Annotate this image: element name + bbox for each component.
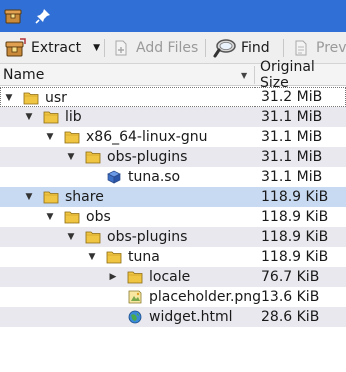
row-name: share (65, 189, 104, 205)
column-divider[interactable] (254, 66, 255, 84)
tree-row[interactable]: placeholder.png 13.6 KiB (0, 287, 346, 307)
folder-icon (85, 151, 101, 164)
add-files-icon (115, 40, 127, 56)
folder-icon (127, 271, 143, 284)
file-tree: ▼ usr 31.2 MiB ▼ lib 31.1 MiB ▼ x86_64-l… (0, 87, 346, 327)
row-size: 13.6 KiB (261, 289, 320, 305)
tree-row[interactable]: ▼ obs 118.9 KiB (0, 207, 346, 227)
row-name: obs-plugins (107, 229, 188, 245)
tree-row[interactable]: ▼ lib 31.1 MiB (0, 107, 346, 127)
folder-icon (23, 92, 39, 105)
row-name: x86_64-linux-gnu (86, 129, 208, 145)
folder-icon (43, 191, 59, 204)
add-files-button[interactable]: Add Files (112, 32, 198, 64)
folder-icon (85, 231, 101, 244)
folder-icon (43, 111, 59, 124)
extract-icon (5, 38, 26, 57)
collapse-arrow-icon[interactable]: ▼ (86, 247, 98, 267)
folder-icon (106, 251, 122, 264)
tree-row[interactable]: ▼ x86_64-linux-gnu 31.1 MiB (0, 127, 346, 147)
row-size: 118.9 KiB (255, 227, 346, 247)
tree-row[interactable]: ▼ obs-plugins 31.1 MiB (0, 147, 346, 167)
tree-row[interactable]: ▼ usr 31.2 MiB (0, 87, 346, 107)
collapse-arrow-icon[interactable]: ▼ (44, 207, 56, 227)
extract-label: Extract (31, 40, 82, 56)
row-name: lib (65, 109, 82, 125)
row-size: 118.9 KiB (261, 209, 329, 225)
tree-row[interactable]: ▼ share 118.9 KiB (0, 187, 346, 207)
image-file-icon (128, 290, 142, 304)
find-label: Find (241, 40, 270, 56)
row-size: 118.9 KiB (255, 187, 346, 207)
pin-icon[interactable] (34, 7, 52, 25)
library-file-icon (107, 170, 121, 184)
column-header: Name ▼ Original Size (0, 59, 346, 91)
size-column-header[interactable]: Original Size (260, 59, 346, 91)
row-name: tuna.so (128, 169, 181, 185)
row-size: 31.1 MiB (261, 129, 323, 145)
toolbar-separator (104, 39, 105, 57)
toolbar-separator (205, 39, 206, 57)
name-column-label: Name (3, 67, 45, 83)
row-size: 28.6 KiB (255, 307, 346, 327)
row-size: 31.1 MiB (255, 107, 346, 127)
row-name: obs (86, 209, 111, 225)
preview-label: Prev (316, 40, 346, 56)
tree-row[interactable]: ▼ tuna 118.9 KiB (0, 247, 346, 267)
folder-icon (64, 131, 80, 144)
add-files-label: Add Files (136, 40, 199, 56)
row-name: usr (45, 90, 67, 106)
preview-icon (295, 40, 307, 56)
find-icon (213, 39, 236, 58)
row-size: 76.7 KiB (255, 267, 346, 287)
row-size: 31.1 MiB (255, 147, 346, 167)
collapse-arrow-icon[interactable]: ▼ (3, 88, 15, 108)
collapse-arrow-icon[interactable]: ▼ (23, 107, 35, 127)
toolbar-separator (283, 39, 284, 57)
extract-button[interactable]: Extract ▼ (4, 32, 100, 64)
collapse-arrow-icon[interactable]: ▼ (23, 187, 35, 207)
folder-icon (64, 211, 80, 224)
expand-arrow-icon[interactable]: ▶ (107, 267, 119, 287)
tree-row[interactable]: widget.html 28.6 KiB (0, 307, 346, 327)
collapse-arrow-icon[interactable]: ▼ (65, 227, 77, 247)
tree-row[interactable]: tuna.so 31.1 MiB (0, 167, 346, 187)
row-size: 31.1 MiB (261, 169, 323, 185)
extract-dropdown-icon[interactable]: ▼ (93, 43, 100, 53)
html-file-icon (128, 310, 142, 324)
collapse-arrow-icon[interactable]: ▼ (65, 147, 77, 167)
tree-row[interactable]: ▶ locale 76.7 KiB (0, 267, 346, 287)
tree-row[interactable]: ▼ obs-plugins 118.9 KiB (0, 227, 346, 247)
row-name: obs-plugins (107, 149, 188, 165)
row-name: widget.html (149, 309, 233, 325)
row-size: 31.2 MiB (255, 87, 346, 107)
row-name: locale (149, 269, 191, 285)
row-size: 118.9 KiB (261, 249, 329, 265)
row-name: placeholder.png (149, 289, 262, 305)
collapse-arrow-icon[interactable]: ▼ (44, 127, 56, 147)
name-column-header[interactable]: Name (3, 64, 44, 86)
sort-descending-icon[interactable]: ▼ (241, 64, 247, 86)
title-bar (0, 0, 346, 32)
row-name: tuna (128, 249, 160, 265)
archive-app-icon (4, 9, 22, 24)
